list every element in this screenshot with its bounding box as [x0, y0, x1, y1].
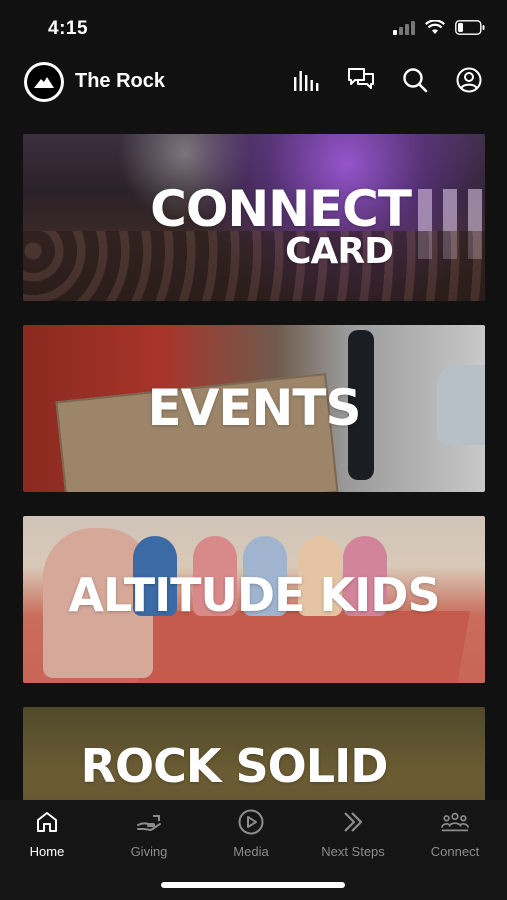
tab-label: Next Steps [321, 844, 385, 859]
battery-icon [455, 20, 485, 40]
status-time: 4:15 [48, 18, 89, 39]
chat-icon[interactable] [347, 66, 375, 94]
play-icon [237, 808, 265, 836]
app-title: The Rock [75, 70, 166, 92]
tab-connect[interactable]: Connect [409, 808, 501, 864]
group-icon [441, 808, 469, 836]
card-title: CONNECT [150, 180, 412, 238]
card-title: ALTITUDE KIDS [68, 568, 440, 622]
giving-icon [135, 808, 163, 836]
tab-label: Connect [430, 844, 480, 859]
mountain-icon [27, 65, 61, 99]
home-indicator[interactable] [161, 882, 345, 888]
app-header: The Rock [0, 58, 507, 108]
status-bar: 4:15 [0, 0, 507, 56]
rock-solid-tile[interactable]: ROCK SOLID [23, 707, 485, 800]
search-icon[interactable] [401, 66, 429, 94]
header-actions [293, 66, 483, 94]
tab-media[interactable]: Media [205, 808, 297, 864]
wifi-icon [425, 19, 445, 40]
bars-icon[interactable] [293, 66, 321, 94]
home-icon [33, 808, 61, 836]
card-title: EVENTS [147, 379, 362, 437]
profile-icon[interactable] [455, 66, 483, 94]
tab-home[interactable]: Home [1, 808, 93, 864]
tab-label: Giving [130, 844, 168, 859]
tab-next-steps[interactable]: Next Steps [307, 808, 399, 864]
events-tile[interactable]: EVENTS [23, 325, 485, 492]
church-logo[interactable] [24, 62, 64, 102]
signal-icon [393, 20, 415, 40]
altitude-kids-tile[interactable]: ALTITUDE KIDS [23, 516, 485, 683]
tab-giving[interactable]: Giving [103, 808, 195, 864]
tab-label: Home [29, 844, 65, 859]
connect-card-tile[interactable]: CONNECT CARD [23, 134, 485, 301]
chevrons-right-icon [339, 808, 367, 836]
tab-label: Media [233, 844, 269, 859]
content-feed: CONNECT CARD EVENTS ALTITUDE KIDS ROCK S… [23, 134, 485, 800]
card-subtitle: CARD [285, 231, 394, 272]
status-icons [393, 19, 485, 40]
card-title: ROCK SOLID [80, 739, 389, 793]
